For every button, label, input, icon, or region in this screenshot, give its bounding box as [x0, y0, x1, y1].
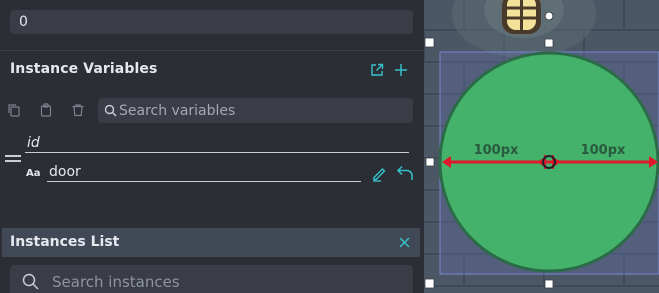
close-icon[interactable] [398, 236, 411, 249]
add-icon[interactable] [394, 63, 408, 77]
resize-handle-bottom-left[interactable] [424, 278, 435, 289]
search-instances-input[interactable] [52, 268, 407, 293]
drag-handle-icon[interactable] [5, 155, 21, 163]
variable-name-underline [25, 152, 409, 153]
variable-name[interactable]: id [27, 135, 40, 151]
rotation-handle[interactable] [544, 11, 554, 21]
delete-icon[interactable] [71, 103, 85, 117]
section-divider [0, 50, 424, 51]
revert-icon[interactable] [396, 164, 414, 181]
search-instances-field[interactable] [10, 265, 413, 293]
resize-handle-top[interactable] [544, 38, 554, 48]
instance-variables-title: Instance Variables [10, 61, 158, 77]
resize-handle-top-left[interactable] [424, 37, 435, 48]
copy-icon[interactable] [7, 103, 21, 117]
resize-handle-bottom[interactable] [544, 279, 554, 289]
properties-panel: 0 Instance Variables Search variables id… [0, 0, 424, 293]
instances-list-header: Instances List [2, 228, 420, 257]
string-type-icon[interactable]: Aa [26, 168, 41, 179]
search-variables-field[interactable] [98, 98, 413, 123]
resize-handle-left[interactable] [425, 157, 435, 167]
variable-value-underline [47, 181, 361, 182]
search-icon [104, 104, 117, 117]
width-label-left: 100px [474, 143, 519, 158]
wall-lamp[interactable] [502, 0, 541, 34]
width-label-right: 100px [581, 143, 626, 158]
number-property-field[interactable]: 0 [10, 10, 413, 34]
paste-icon[interactable] [39, 103, 53, 117]
edit-icon[interactable] [371, 165, 388, 182]
scene-canvas[interactable]: 100px 100px [424, 0, 659, 293]
search-icon [22, 273, 39, 290]
open-in-new-icon[interactable] [370, 63, 384, 77]
instances-list-title: Instances List [10, 234, 120, 250]
search-variables-input[interactable] [119, 98, 409, 123]
variable-value[interactable]: door [49, 164, 81, 180]
